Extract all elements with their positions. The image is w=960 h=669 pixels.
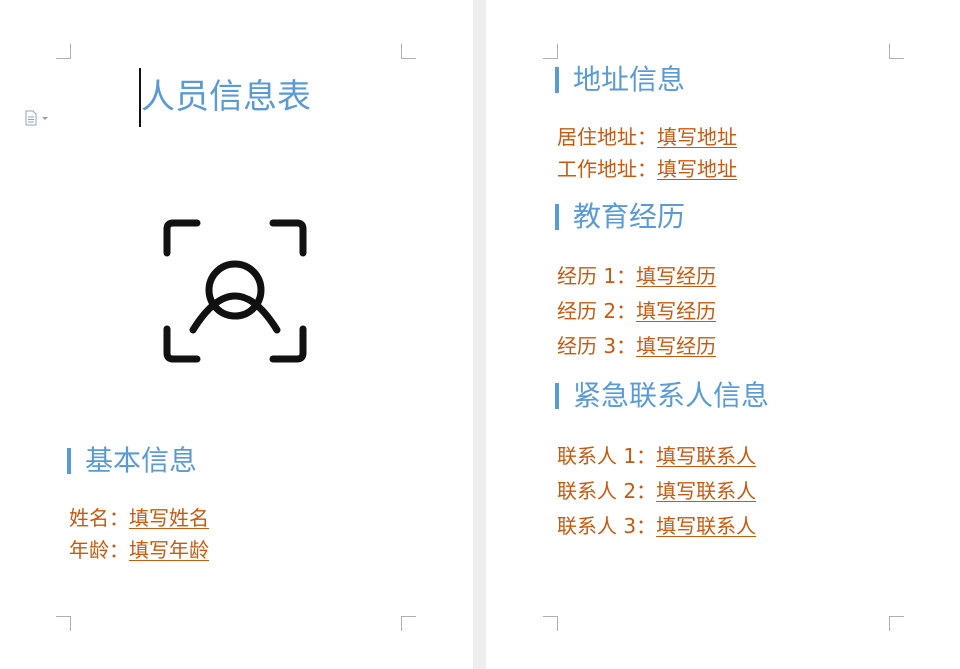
field-contact-3[interactable]: 联系人 3：填写联系人 — [557, 513, 756, 539]
field-label: 联系人 1： — [557, 444, 657, 468]
field-experience-3[interactable]: 经历 3：填写经历 — [557, 333, 716, 359]
field-label: 联系人 2： — [557, 479, 657, 503]
field-value[interactable]: 填写经历 — [636, 264, 716, 288]
field-value[interactable]: 填写联系人 — [656, 514, 756, 538]
field-name[interactable]: 姓名：填写姓名 — [69, 505, 209, 531]
page-margin-corner-top-right — [889, 44, 904, 59]
field-experience-1[interactable]: 经历 1：填写经历 — [557, 263, 716, 289]
field-value[interactable]: 填写联系人 — [656, 479, 756, 503]
field-value[interactable]: 填写经历 — [636, 334, 716, 358]
section-heading-basic-info: 基本信息 — [67, 445, 197, 477]
page-margin-corner-bottom-left — [56, 616, 71, 631]
section-heading-emergency-contacts: 紧急联系人信息 — [555, 380, 769, 412]
heading-accent-bar — [555, 67, 559, 93]
document-page-right[interactable]: 地址信息 居住地址：填写地址 工作地址：填写地址 教育经历 经历 1：填写经历 … — [486, 0, 960, 669]
section-heading-education: 教育经历 — [555, 201, 685, 233]
field-label: 联系人 3： — [557, 514, 657, 538]
field-value[interactable]: 填写经历 — [636, 299, 716, 323]
section-heading-text: 地址信息 — [573, 63, 686, 96]
field-value[interactable]: 填写地址 — [657, 125, 737, 149]
field-value[interactable]: 填写地址 — [657, 157, 737, 181]
heading-accent-bar — [555, 383, 559, 409]
page-margin-corner-top-left — [56, 44, 71, 59]
field-label: 年龄： — [69, 538, 129, 562]
document-page-left[interactable]: 人员信息表 基本信息 姓名：填写姓名 年龄：填写年龄 — [0, 0, 473, 669]
field-label: 经历 3： — [557, 334, 637, 358]
heading-accent-bar — [555, 204, 559, 230]
field-work-address[interactable]: 工作地址：填写地址 — [557, 156, 737, 182]
document-icon[interactable] — [24, 110, 52, 126]
field-value[interactable]: 填写联系人 — [656, 444, 756, 468]
field-experience-2[interactable]: 经历 2：填写经历 — [557, 298, 716, 324]
section-heading-text: 教育经历 — [573, 200, 686, 233]
section-heading-text: 基本信息 — [85, 444, 198, 477]
field-value[interactable]: 填写年龄 — [129, 538, 209, 562]
page-margin-corner-bottom-right — [401, 616, 416, 631]
field-label: 居住地址： — [557, 125, 657, 149]
face-scan-user-icon — [163, 219, 307, 363]
page-margin-corner-bottom-left — [543, 616, 558, 631]
field-contact-2[interactable]: 联系人 2：填写联系人 — [557, 478, 756, 504]
page-margin-corner-bottom-right — [889, 616, 904, 631]
page-margin-corner-top-right — [401, 44, 416, 59]
field-age[interactable]: 年龄：填写年龄 — [69, 537, 209, 563]
field-home-address[interactable]: 居住地址：填写地址 — [557, 124, 737, 150]
field-contact-1[interactable]: 联系人 1：填写联系人 — [557, 443, 756, 469]
document-title[interactable]: 人员信息表 — [141, 74, 311, 120]
field-label: 经历 1： — [557, 264, 637, 288]
section-heading-text: 紧急联系人信息 — [573, 379, 770, 412]
field-label: 姓名： — [69, 506, 129, 530]
field-label: 经历 2： — [557, 299, 637, 323]
page-margin-corner-top-left — [543, 44, 558, 59]
heading-accent-bar — [67, 448, 71, 474]
section-heading-address: 地址信息 — [555, 64, 685, 96]
field-label: 工作地址： — [557, 157, 657, 181]
field-value[interactable]: 填写姓名 — [129, 506, 209, 530]
